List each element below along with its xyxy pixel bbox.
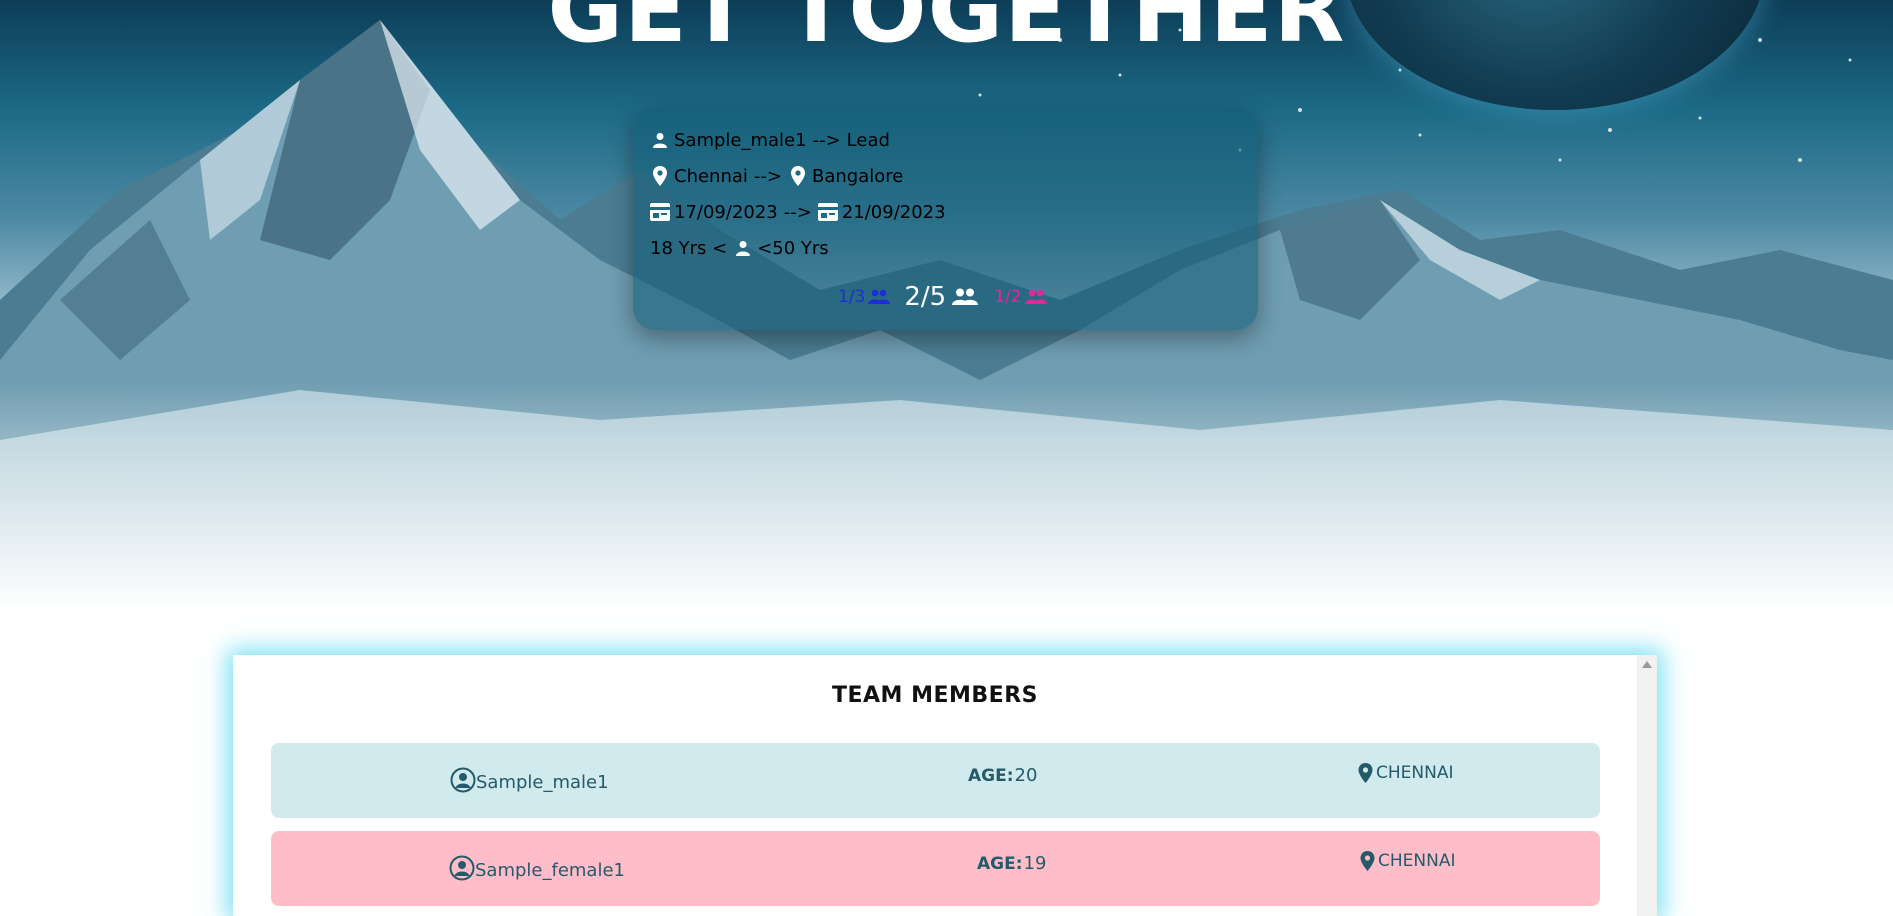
id-card-icon [650,201,670,223]
male-count-value: 1/3 [838,287,866,307]
users-icon [952,288,979,306]
trip-to-city: Bangalore [811,165,904,187]
member-name: Sample_male1 [476,772,609,793]
team-members-panel[interactable]: TEAM MEMBERS Sample_male1 AGE: 20 CHENNA… [233,655,1657,916]
panel-scrollbar[interactable] [1637,655,1657,916]
member-city: CHENNAI [1376,763,1454,783]
total-count-value: 2/5 [904,282,947,312]
female-count-value: 1/2 [994,287,1022,307]
trip-member-counts: 1/3 2/5 1/2 [838,280,1047,314]
map-pin-icon [788,165,808,187]
trip-start-date: 17/09/2023 [674,201,778,223]
member-age-label: AGE: [977,853,1023,874]
hero-title: GET TOGETHER [547,0,1346,63]
trip-lead-name: Sample_male1 [674,129,807,151]
trip-lead-role: Lead [846,129,890,151]
total-count: 2/5 [904,282,979,312]
users-icon [1024,289,1047,305]
id-card-icon [817,201,838,223]
user-icon [650,129,670,151]
trip-end-date: 21/09/2023 [841,201,946,223]
trip-max-age: <50 Yrs [757,237,829,259]
member-age-label: AGE: [968,765,1014,786]
member-age: 20 [1014,765,1038,786]
scroll-up-arrow-icon[interactable] [1642,661,1652,668]
trip-lead-arrow: --> [812,129,841,151]
member-row[interactable]: Sample_female1 AGE: 19 CHENNAI [271,831,1600,906]
users-icon [868,289,891,305]
member-age: 19 [1023,853,1047,874]
member-city-cell: CHENNAI [1358,763,1453,783]
map-pin-icon [650,165,670,187]
team-members-title: TEAM MEMBERS [831,683,1038,708]
member-city-cell: CHENNAI [1360,851,1455,871]
trip-route-row: Chennai --> Bangalore [650,162,903,190]
male-count: 1/3 [838,287,891,307]
trip-route-arrow: --> [753,165,782,187]
member-name: Sample_female1 [475,860,625,881]
hero-fade [0,380,1893,612]
map-pin-icon [1360,851,1375,871]
trip-date-arrow: --> [783,201,812,223]
member-city: CHENNAI [1378,851,1456,871]
trip-from-city: Chennai [674,165,748,187]
member-name-cell: Sample_male1 [450,767,609,798]
trip-age-row: 18 Yrs < <50 Yrs [650,234,829,262]
map-pin-icon [1358,763,1373,783]
trip-lead-row: Sample_male1 --> Lead [650,126,890,154]
user-icon [733,237,753,259]
user-circle-icon [450,767,476,798]
user-circle-icon [449,855,475,886]
female-count: 1/2 [994,287,1047,307]
member-age-cell: AGE: 19 [977,853,1046,874]
member-name-cell: Sample_female1 [449,855,625,886]
member-age-cell: AGE: 20 [968,765,1037,786]
member-row[interactable]: Sample_male1 AGE: 20 CHENNAI [271,743,1600,818]
trip-dates-row: 17/09/2023 --> 21/09/2023 [650,198,946,226]
trip-min-age: 18 Yrs < [650,237,728,259]
